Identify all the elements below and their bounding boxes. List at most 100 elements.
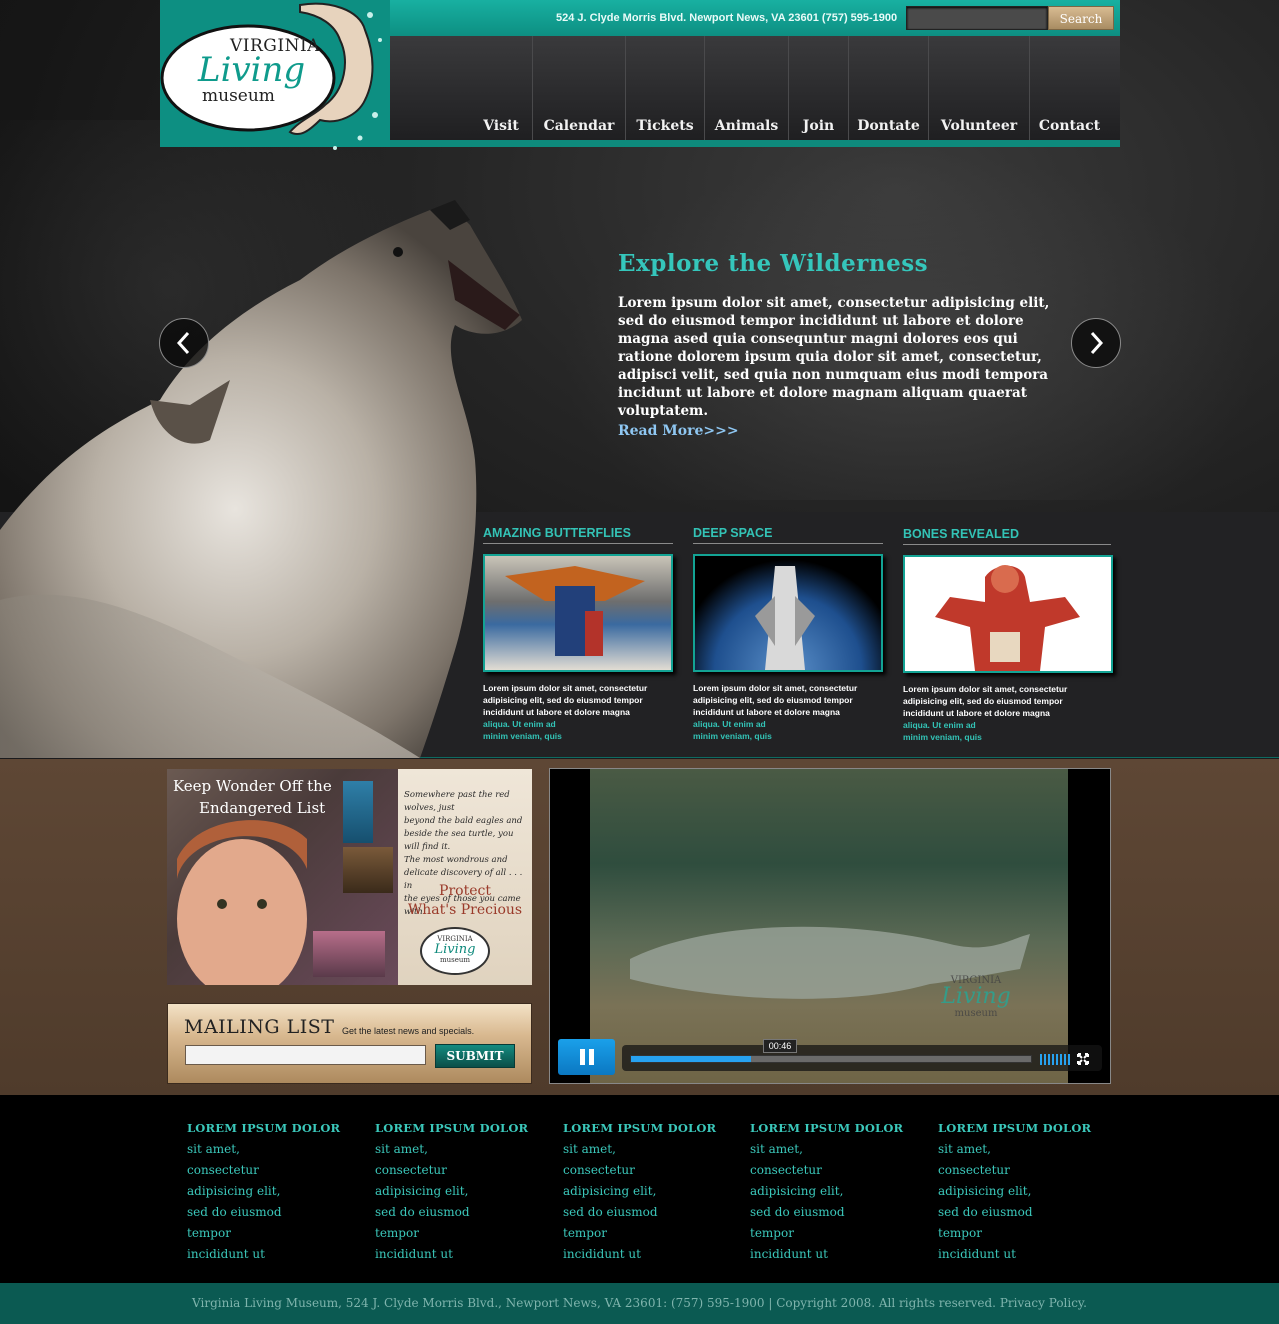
promo-headline: Keep Wonder Off the Endangered List [173,777,332,817]
copyright-text: Virginia Living Museum, 524 J. Clyde Mor… [192,1296,996,1310]
feature-butterflies[interactable]: AMAZING BUTTERFLIES Lorem ipsum dolor si… [483,526,678,742]
search-input[interactable] [906,6,1048,30]
video-player[interactable]: VIRGINIA Living museum 00:46 [549,768,1111,1084]
footer-link[interactable]: adipisicing elit, [938,1181,1091,1202]
nav-volunteer[interactable]: Volunteer [928,36,1029,140]
footer-link[interactable]: sit amet, [187,1139,340,1160]
read-more-link[interactable]: Read More>>> [618,423,739,439]
feature-text: Lorem ipsum dolor sit amet, consectetur … [483,683,648,741]
volume-icon[interactable] [1040,1054,1072,1065]
promo-text-panel: Somewhere past the red wolves, just beyon… [398,769,532,985]
footer-link[interactable]: sit amet, [750,1139,903,1160]
otter-image [343,847,393,893]
chevron-left-icon [176,331,190,355]
footer-link[interactable]: tempor [375,1223,528,1244]
mailing-submit-button[interactable]: SUBMIT [435,1044,515,1068]
footer-link[interactable]: incididunt ut [938,1244,1091,1265]
logo-living: Living [198,50,306,90]
pause-icon [579,1049,594,1065]
footer-link[interactable]: tempor [563,1223,716,1244]
footer-link[interactable]: tempor [938,1223,1091,1244]
nav-tickets[interactable]: Tickets [625,36,704,140]
footer-link[interactable]: adipisicing elit, [563,1181,716,1202]
footer-link[interactable]: incididunt ut [187,1244,340,1265]
footer-link[interactable]: consectetur [563,1160,716,1181]
feature-image[interactable] [903,555,1113,673]
promo-cta: Protect What's Precious [407,883,523,918]
nav-contact[interactable]: Contact [1029,36,1109,140]
chevron-right-icon [1090,331,1104,355]
child-image [177,820,307,985]
footer-link[interactable]: incididunt ut [750,1244,903,1265]
mailing-title: MAILING LIST [184,1016,335,1038]
nav-join[interactable]: Join [788,36,848,140]
footer-link[interactable]: tempor [750,1223,903,1244]
privacy-policy-link[interactable]: Privacy Policy. [1000,1296,1087,1310]
mailing-list: MAILING LIST Get the latest news and spe… [167,1003,532,1084]
hero-title: Explore the Wilderness [618,250,929,277]
footer-link[interactable]: adipisicing elit, [750,1181,903,1202]
footer-link[interactable]: sed do eiusmod [187,1202,340,1223]
turtle-image [343,781,373,843]
promo-logo: VIRGINIA Living museum [420,927,490,975]
nav-calendar[interactable]: Calendar [532,36,625,140]
footer-link[interactable]: sed do eiusmod [750,1202,903,1223]
footer-link[interactable]: sit amet, [563,1139,716,1160]
footer-link[interactable]: tempor [187,1223,340,1244]
footer-link[interactable]: sit amet, [938,1139,1091,1160]
nav-donate[interactable]: Dontate [848,36,928,140]
nav-animals[interactable]: Animals [704,36,788,140]
footer-link[interactable]: sed do eiusmod [375,1202,528,1223]
footer-link[interactable]: adipisicing elit, [375,1181,528,1202]
mailing-subtitle: Get the latest news and specials. [342,1026,475,1036]
nav-visit[interactable]: Visit [470,36,532,140]
footer-link[interactable]: incididunt ut [375,1244,528,1265]
header-address: 524 J. Clyde Morris Blvd. Newport News, … [556,12,898,24]
footer-link[interactable]: consectetur [938,1160,1091,1181]
feature-text: Lorem ipsum dolor sit amet, consectetur … [693,683,858,741]
feature-title: BONES REVEALED [903,527,1111,545]
video-time: 00:46 [763,1039,797,1053]
footer-link[interactable]: incididunt ut [563,1244,716,1265]
copyright-bar: Virginia Living Museum, 524 J. Clyde Mor… [0,1283,1279,1324]
footer-link[interactable]: consectetur [187,1160,340,1181]
footer-column: LOREM IPSUM DOLOR sit amet, consectetur … [563,1118,716,1265]
feature-deep-space[interactable]: DEEP SPACE Lorem ipsum dolor sit amet, c… [693,526,888,742]
promo-banner[interactable]: Keep Wonder Off the Endangered List Somew… [167,769,532,985]
carousel-prev-button[interactable] [159,318,209,368]
footer-column: LOREM IPSUM DOLOR sit amet, consectetur … [187,1118,340,1265]
footer-heading: LOREM IPSUM DOLOR [938,1121,1092,1135]
pause-button[interactable] [558,1039,615,1075]
footer-link[interactable]: consectetur [750,1160,903,1181]
video-progress-fill [631,1056,751,1062]
footer-heading: LOREM IPSUM DOLOR [187,1121,341,1135]
footer-link[interactable]: sed do eiusmod [563,1202,716,1223]
footer-column: LOREM IPSUM DOLOR sit amet, consectetur … [938,1118,1091,1265]
feature-text: Lorem ipsum dolor sit amet, consectetur … [903,684,1068,742]
mailing-email-input[interactable] [185,1045,426,1065]
video-progress-track[interactable] [630,1055,1032,1063]
wolf-image [0,200,522,758]
footer-link[interactable]: sed do eiusmod [938,1202,1091,1223]
footer-heading: LOREM IPSUM DOLOR [563,1121,717,1135]
footer-link[interactable]: sit amet, [375,1139,528,1160]
feature-title: DEEP SPACE [693,526,883,544]
feature-title: AMAZING BUTTERFLIES [483,526,673,544]
footer-heading: LOREM IPSUM DOLOR [375,1121,529,1135]
search-button[interactable]: Search [1048,6,1114,30]
feature-bones[interactable]: BONES REVEALED Lorem ipsum dolor sit ame… [903,527,1113,743]
hero-body: Lorem ipsum dolor sit amet, consectetur … [618,295,1050,419]
video-watermark: VIRGINIA Living museum [941,975,1011,1019]
logo[interactable]: VIRGINIA Living museum [160,0,390,150]
footer-column: LOREM IPSUM DOLOR sit amet, consectetur … [375,1118,528,1265]
footer-link[interactable]: adipisicing elit, [187,1181,340,1202]
carousel-next-button[interactable] [1071,318,1121,368]
feature-image[interactable] [693,554,883,672]
fullscreen-icon[interactable] [1077,1053,1089,1065]
footer-heading: LOREM IPSUM DOLOR [750,1121,904,1135]
feature-image[interactable] [483,554,673,672]
logo-museum: museum [202,86,275,106]
family-image [313,931,385,977]
footer-column: LOREM IPSUM DOLOR sit amet, consectetur … [750,1118,903,1265]
footer-link[interactable]: consectetur [375,1160,528,1181]
